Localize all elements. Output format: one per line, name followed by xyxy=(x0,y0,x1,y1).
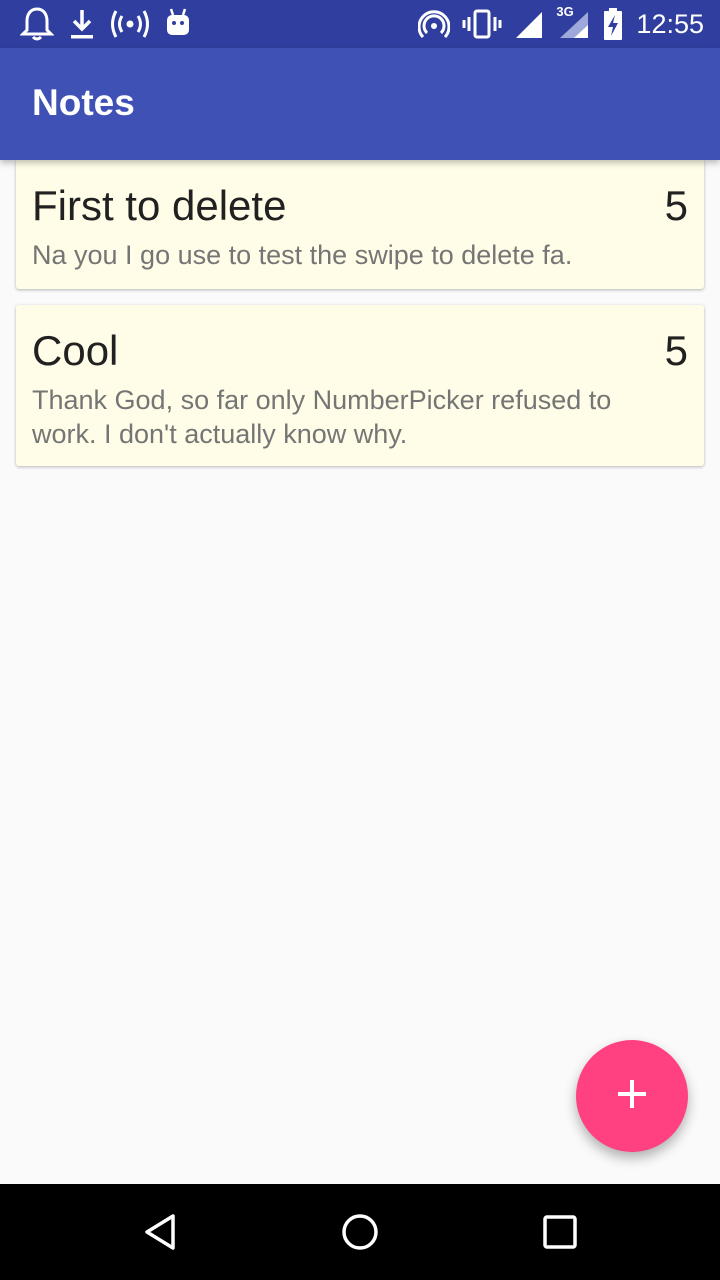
navigation-bar xyxy=(0,1184,720,1280)
home-icon xyxy=(342,1214,378,1250)
network-type-label: 3G xyxy=(556,4,574,19)
status-clock: 12:55 xyxy=(636,9,704,39)
notification-bell-icon xyxy=(20,6,54,42)
broadcast-icon xyxy=(110,6,150,42)
back-button[interactable] xyxy=(140,1212,180,1252)
android-icon xyxy=(164,6,192,42)
signal-icon xyxy=(514,6,544,42)
note-card[interactable]: Cool 5 Thank God, so far only NumberPick… xyxy=(16,305,704,466)
hotspot-icon xyxy=(418,6,451,42)
note-card[interactable]: First to delete 5 Na you I go use to tes… xyxy=(16,160,704,289)
signal-3g-icon: 3G xyxy=(556,4,590,42)
note-count: 5 xyxy=(664,182,688,229)
status-right-icons: 3G 12:55 xyxy=(418,4,704,42)
vibrate-icon xyxy=(462,6,502,42)
note-title: Cool xyxy=(32,327,119,374)
page-title: Notes xyxy=(32,82,135,123)
download-icon xyxy=(68,6,96,42)
add-note-button[interactable] xyxy=(576,1040,688,1152)
note-body: Thank God, so far only NumberPicker refu… xyxy=(32,385,612,449)
back-icon xyxy=(145,1214,175,1250)
plus-icon xyxy=(616,1078,648,1115)
note-title: First to delete xyxy=(32,182,287,229)
status-left-icons xyxy=(20,6,192,42)
app-bar: Notes xyxy=(0,48,720,160)
note-count: 5 xyxy=(664,327,688,374)
status-bar: 3G 12:55 xyxy=(0,0,720,48)
recents-icon xyxy=(543,1215,577,1249)
recents-button[interactable] xyxy=(540,1212,580,1252)
home-button[interactable] xyxy=(340,1212,380,1252)
note-body: Na you I go use to test the swipe to del… xyxy=(32,240,573,270)
battery-charging-icon xyxy=(602,6,624,42)
